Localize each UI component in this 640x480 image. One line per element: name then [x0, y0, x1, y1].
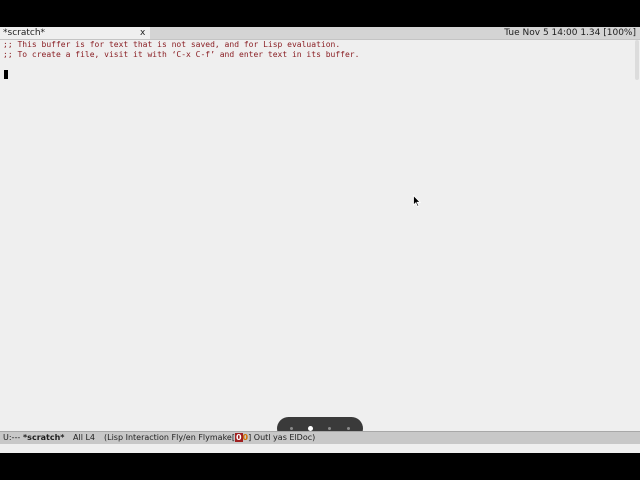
vertical-scrollbar[interactable] — [634, 40, 640, 431]
text-cursor — [4, 70, 8, 79]
modeline-modes-prefix: (Lisp Interaction Fly/en Flymake[ — [104, 433, 235, 442]
flymake-error-count[interactable]: 0 — [234, 433, 243, 442]
page-dot[interactable] — [328, 427, 331, 430]
modeline-state: U:--- — [3, 433, 21, 442]
tab-label: *scratch* — [3, 28, 46, 38]
modeline-position: All L4 — [73, 433, 96, 442]
modeline-modes[interactable]: (Lisp Interaction Fly/en Flymake[00] Out… — [104, 432, 315, 444]
scratch-buffer[interactable]: ;; This buffer is for text that is not s… — [0, 40, 640, 440]
scrollbar-thumb[interactable] — [635, 40, 639, 80]
buffer-line: ;; To create a file, visit it with ‘C-x … — [3, 50, 360, 59]
tab-scratch[interactable]: *scratch* x — [0, 27, 150, 39]
page-dot[interactable] — [347, 427, 350, 430]
mouse-pointer-icon — [413, 195, 421, 207]
emacs-frame: *scratch* x Tue Nov 5 14:00 1.34 [100%] … — [0, 27, 640, 453]
tab-bar: *scratch* x Tue Nov 5 14:00 1.34 [100%] — [0, 27, 640, 40]
modeline-modes-suffix: ] Outl yas ElDoc) — [248, 433, 316, 442]
tab-close-icon[interactable]: x — [140, 27, 145, 39]
buffer-line: ;; This buffer is for text that is not s… — [3, 40, 341, 49]
clock-status: Tue Nov 5 14:00 1.34 [100%] — [504, 28, 636, 38]
page-dot[interactable] — [290, 427, 293, 430]
mode-line[interactable]: U:--- *scratch* All L4 (Lisp Interaction… — [0, 431, 640, 444]
modeline-buffer-name[interactable]: *scratch* — [23, 432, 64, 444]
